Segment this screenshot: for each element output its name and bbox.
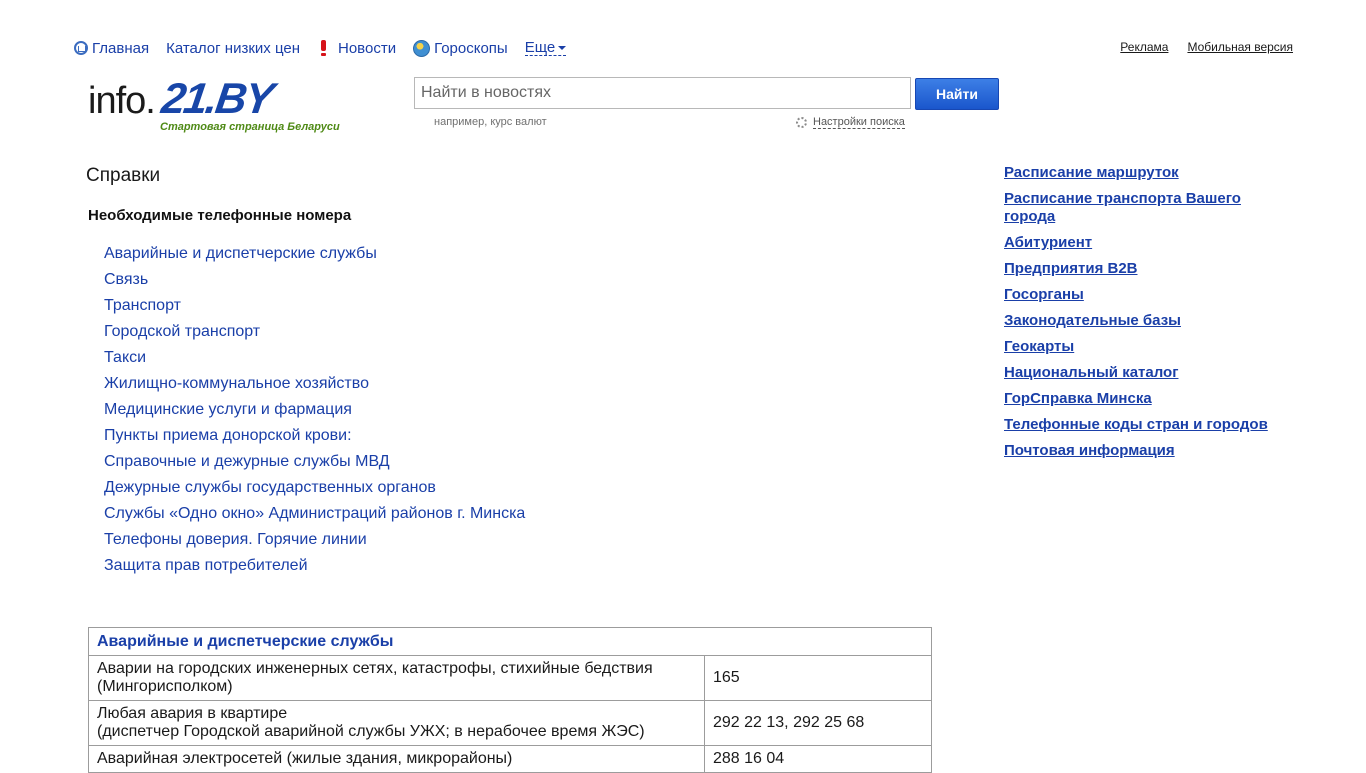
anchor-link[interactable]: Такси <box>104 349 146 366</box>
mobile-version-link[interactable]: Мобильная версия <box>1187 40 1293 54</box>
search-input[interactable] <box>414 77 911 109</box>
table-section-header: Аварийные и диспетчерские службы <box>88 627 932 656</box>
nav-home-label: Главная <box>92 39 150 57</box>
search-settings: Настройки поиска <box>796 116 905 129</box>
nav-more-dropdown[interactable]: Еще <box>524 39 567 56</box>
sidebar-item: Расписание транспорта Вашего города <box>1004 190 1294 226</box>
search-button[interactable]: Найти <box>915 78 999 110</box>
nav-catalog-link[interactable]: Каталог низких цен <box>166 40 300 57</box>
anchor-link[interactable]: Связь <box>104 271 148 288</box>
list-item: Телефоны доверия. Горячие линии <box>104 530 525 556</box>
page-title: Справки <box>86 165 161 186</box>
sidebar-link[interactable]: Абитуриент <box>1004 234 1092 251</box>
sidebar-item: Законодательные базы <box>1004 312 1294 330</box>
list-item: Пункты приема донорской крови: <box>104 426 525 452</box>
top-utility-links: Реклама Мобильная версия <box>1101 40 1293 54</box>
chevron-down-icon <box>558 45 567 50</box>
list-item: Транспорт <box>104 296 525 322</box>
phone-cell: 292 22 13, 292 25 68 <box>704 700 932 746</box>
sidebar-link[interactable]: Госорганы <box>1004 286 1084 303</box>
anchor-link[interactable]: Службы «Одно окно» Администраций районов… <box>104 505 525 522</box>
sidebar-link[interactable]: ГорСправка Минска <box>1004 390 1152 407</box>
service-name-cell: Любая авария в квартире (диспетчер Город… <box>88 700 705 746</box>
sidebar-item: Абитуриент <box>1004 234 1294 252</box>
table-row: Аварии на городских инженерных сетях, ка… <box>88 655 932 701</box>
nav-home-link[interactable]: Главная <box>74 40 149 57</box>
sidebar-item: Телефонные коды стран и городов <box>1004 416 1294 434</box>
anchor-link[interactable]: Справочные и дежурные службы МВД <box>104 453 390 470</box>
sidebar-item: Предприятия B2B <box>1004 260 1294 278</box>
home-icon <box>74 41 88 55</box>
nav-horoscopes-link[interactable]: Гороскопы <box>413 39 508 57</box>
table-row: Любая авария в квартире (диспетчер Город… <box>88 700 932 746</box>
site-logo[interactable]: info. 21.BY Стартовая страница Беларуси <box>88 75 378 136</box>
sidebar-link[interactable]: Расписание транспорта Вашего города <box>1004 190 1241 225</box>
sidebar-link[interactable]: Предприятия B2B <box>1004 260 1138 277</box>
anchor-link[interactable]: Аварийные и диспетчерские службы <box>104 245 377 262</box>
service-note: (Мингорисполком) <box>97 678 233 695</box>
list-item: Защита прав потребителей <box>104 556 525 582</box>
sidebar-item: Расписание маршруток <box>1004 164 1294 182</box>
list-item: Справочные и дежурные службы МВД <box>104 452 525 478</box>
service-name: Аварийная электросетей (жилые здания, ми… <box>97 750 513 767</box>
nav-news-label: Новости <box>338 39 397 57</box>
phone-table: Аварийные и диспетчерские службы Аварии … <box>88 627 932 773</box>
phone-cell: 165 <box>704 655 932 701</box>
anchor-link[interactable]: Городской транспорт <box>104 323 260 340</box>
section-title: Необходимые телефонные номера <box>88 207 352 224</box>
exclamation-icon <box>321 40 326 56</box>
search-hint: например, курс валют <box>434 116 547 128</box>
service-name-cell: Аварии на городских инженерных сетях, ка… <box>88 655 705 701</box>
nav-more-label: Еще <box>524 39 556 56</box>
anchor-link[interactable]: Дежурные службы государственных органов <box>104 479 436 496</box>
list-item: Городской транспорт <box>104 322 525 348</box>
logo-brand: 21.BY <box>158 75 275 123</box>
anchor-link[interactable]: Телефоны доверия. Горячие линии <box>104 531 367 548</box>
list-item: Медицинские услуги и фармация <box>104 400 525 426</box>
sidebar-link[interactable]: Национальный каталог <box>1004 364 1178 381</box>
anchor-link[interactable]: Транспорт <box>104 297 181 314</box>
nav-horoscopes-label: Гороскопы <box>434 39 508 57</box>
sidebar-links: Расписание маршруток Расписание транспор… <box>1004 164 1294 468</box>
logo-tagline: Стартовая страница Беларуси <box>160 121 340 133</box>
sidebar-link[interactable]: Геокарты <box>1004 338 1074 355</box>
top-navigation: Главная Каталог низких цен Новости Горос… <box>74 38 567 58</box>
sidebar-item: Национальный каталог <box>1004 364 1294 382</box>
anchor-link[interactable]: Пункты приема донорской крови: <box>104 427 352 444</box>
sidebar-link[interactable]: Расписание маршруток <box>1004 164 1179 181</box>
anchor-link[interactable]: Защита прав потребителей <box>104 557 308 574</box>
table-header-row: Аварийные и диспетчерские службы <box>88 627 932 656</box>
sidebar-item: Почтовая информация <box>1004 442 1294 460</box>
gear-icon <box>796 117 807 128</box>
service-name: Аварии на городских инженерных сетях, ка… <box>97 660 653 677</box>
sidebar-link[interactable]: Почтовая информация <box>1004 442 1175 459</box>
list-item: Службы «Одно окно» Администраций районов… <box>104 504 525 530</box>
anchor-link[interactable]: Медицинские услуги и фармация <box>104 401 352 418</box>
sidebar-link[interactable]: Телефонные коды стран и городов <box>1004 416 1268 433</box>
anchor-list: Аварийные и диспетчерские службы Связь Т… <box>104 244 525 582</box>
anchor-link[interactable]: Жилищно-коммунальное хозяйство <box>104 375 369 392</box>
list-item: Связь <box>104 270 525 296</box>
sidebar-item: Госорганы <box>1004 286 1294 304</box>
ads-link[interactable]: Реклама <box>1120 40 1168 54</box>
sidebar-item: Геокарты <box>1004 338 1294 356</box>
search-settings-link[interactable]: Настройки поиска <box>813 116 905 129</box>
list-item: Жилищно-коммунальное хозяйство <box>104 374 525 400</box>
table-row: Аварийная электросетей (жилые здания, ми… <box>88 745 932 773</box>
logo-prefix: info. <box>88 80 156 122</box>
globe-icon <box>413 39 431 57</box>
service-name: Любая авария в квартире <box>97 705 288 722</box>
nav-catalog-label: Каталог низких цен <box>166 39 300 57</box>
sidebar-link[interactable]: Законодательные базы <box>1004 312 1181 329</box>
phone-cell: 288 16 04 <box>704 745 932 773</box>
sidebar-item: ГорСправка Минска <box>1004 390 1294 408</box>
list-item: Такси <box>104 348 525 374</box>
list-item: Аварийные и диспетчерские службы <box>104 244 525 270</box>
service-note: (диспетчер Городской аварийной службы УЖ… <box>97 723 645 740</box>
service-name-cell: Аварийная электросетей (жилые здания, ми… <box>88 745 705 773</box>
list-item: Дежурные службы государственных органов <box>104 478 525 504</box>
nav-news-link[interactable]: Новости <box>317 40 396 57</box>
